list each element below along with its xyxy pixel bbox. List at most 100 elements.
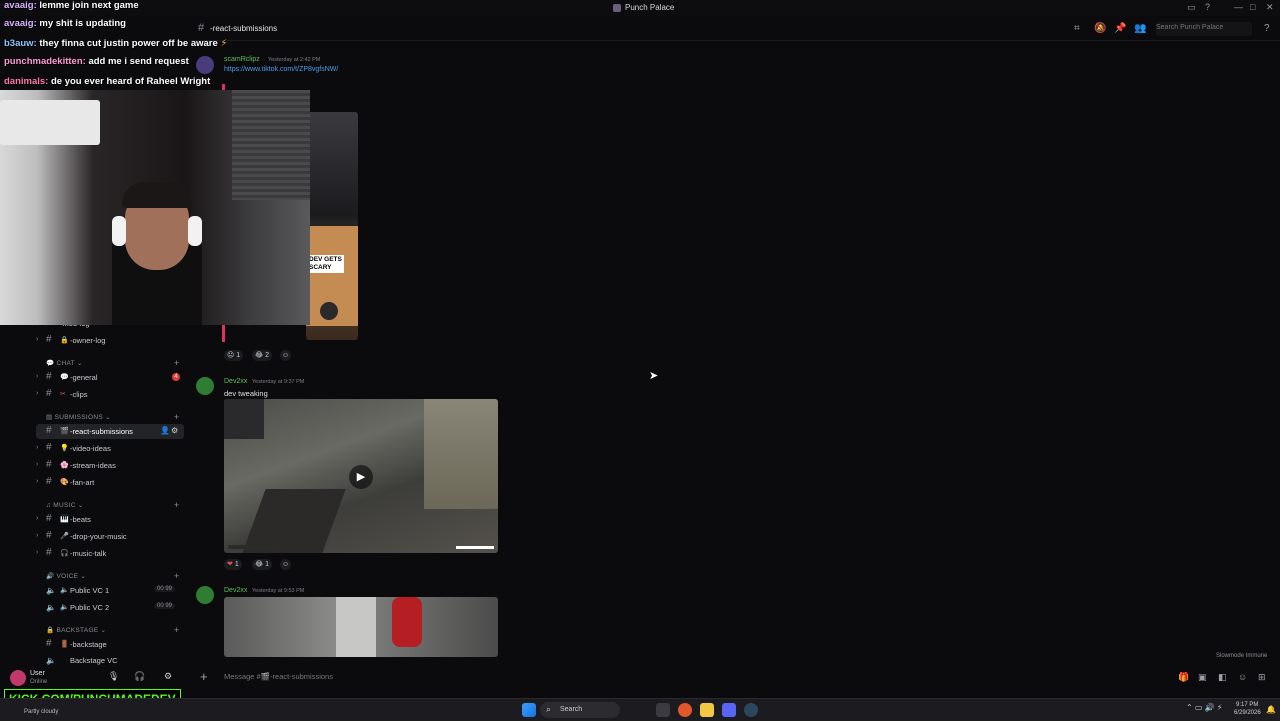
help-icon[interactable]: ? bbox=[1205, 2, 1210, 12]
channel-backstage[interactable]: # 🚪 -backstage bbox=[36, 637, 184, 652]
channel-owner-log[interactable]: › # 🔒 -owner-log bbox=[36, 333, 184, 348]
reaction[interactable]: 😂 2 bbox=[252, 350, 273, 361]
browser-icon[interactable] bbox=[678, 703, 692, 717]
inbox-icon[interactable]: ▭ bbox=[1187, 2, 1196, 13]
taskbar-search[interactable]: ⌕ Search bbox=[540, 702, 620, 718]
webcam-overlay bbox=[0, 90, 310, 325]
maximize-button[interactable]: □ bbox=[1250, 2, 1255, 12]
sticker-icon[interactable]: ◧ bbox=[1218, 672, 1227, 683]
channel-clips[interactable]: › # ✂ -clips bbox=[36, 387, 184, 402]
gear-icon[interactable]: ⚙ bbox=[171, 426, 178, 435]
speaker-icon: 🔈 bbox=[46, 603, 56, 612]
add-channel-icon[interactable]: + bbox=[174, 500, 180, 510]
collapse-arrow-icon: › bbox=[36, 336, 39, 343]
tiktok-embed-thumbnail[interactable]: DEV GETS SCARY bbox=[306, 112, 358, 340]
add-attachment-button[interactable]: + bbox=[200, 669, 208, 684]
collapse-arrow-icon: › bbox=[36, 532, 39, 539]
chat-text: they finna cut justin power off be aware bbox=[39, 38, 218, 49]
tray-icons[interactable]: ⌃ ▭ 🔊 ⚡ bbox=[1186, 703, 1223, 712]
hash-icon: # bbox=[46, 513, 52, 524]
search-input[interactable] bbox=[1156, 22, 1246, 31]
collapse-arrow-icon: › bbox=[36, 444, 39, 451]
category-backstage[interactable]: 🔒 BACKSTAGE ⌄ + bbox=[46, 625, 179, 635]
gift-icon[interactable]: 🎁 bbox=[1178, 672, 1189, 683]
collapse-arrow-icon: › bbox=[36, 515, 39, 522]
steam-icon[interactable] bbox=[744, 703, 758, 717]
channel-video-ideas[interactable]: › # 💡 -video-ideas bbox=[36, 441, 184, 456]
channel-stream-ideas[interactable]: › # 🌸 -stream-ideas bbox=[36, 458, 184, 473]
notification-bell-icon[interactable]: 🔕 bbox=[1094, 23, 1106, 34]
channel-react-submissions[interactable]: # 🎬 -react-submissions 👤 ⚙ bbox=[36, 424, 184, 439]
notification-icon[interactable]: 🔔 bbox=[1266, 705, 1276, 714]
discord-icon[interactable] bbox=[722, 703, 736, 717]
reaction[interactable]: 😐 1 bbox=[224, 350, 244, 361]
help-icon[interactable]: ? bbox=[1264, 23, 1270, 34]
avatar[interactable] bbox=[10, 670, 26, 686]
category-label: SUBMISSIONS bbox=[54, 414, 104, 421]
user-panel: User Online 🎙 🎧 ⚙ bbox=[0, 666, 188, 690]
channel-label: -clips bbox=[70, 390, 88, 399]
headphones-icon[interactable]: 🎧 bbox=[134, 671, 145, 682]
windows-start-icon[interactable] bbox=[522, 703, 536, 717]
members-icon[interactable]: 👥 bbox=[1134, 23, 1146, 34]
message-author[interactable]: Dev2xx bbox=[224, 378, 247, 385]
category-music[interactable]: ♫ MUSIC ⌄ + bbox=[46, 500, 179, 510]
thumbnail-caption: DEV GETS SCARY bbox=[308, 255, 344, 273]
add-reaction-button[interactable]: ☺ bbox=[280, 350, 292, 361]
add-channel-icon[interactable]: + bbox=[174, 358, 180, 368]
collapse-arrow-icon: › bbox=[36, 461, 39, 468]
message-input[interactable] bbox=[222, 671, 826, 682]
channel-label: -video-ideas bbox=[70, 444, 111, 453]
chat-text: my shit is updating bbox=[39, 18, 126, 29]
add-channel-icon[interactable]: + bbox=[174, 625, 180, 635]
channel-general[interactable]: › # 💬 -general 4 bbox=[36, 370, 184, 385]
chat-message: b3auw: they finna cut justin power off b… bbox=[4, 38, 227, 49]
speaker-icon: 🔈 bbox=[46, 656, 56, 665]
avatar[interactable] bbox=[196, 377, 214, 395]
user-limit-badge: 00 99 bbox=[154, 603, 176, 609]
gear-icon[interactable]: ⚙ bbox=[164, 671, 172, 682]
avatar[interactable] bbox=[196, 586, 214, 604]
channel-beats[interactable]: › # 🎹 -beats bbox=[36, 512, 184, 527]
invite-icon[interactable]: 👤 bbox=[160, 426, 170, 435]
minimize-button[interactable]: — bbox=[1234, 2, 1243, 12]
hash-icon: # bbox=[46, 334, 52, 345]
add-channel-icon[interactable]: + bbox=[174, 412, 180, 422]
category-chat[interactable]: 💬 CHAT ⌄ + bbox=[46, 358, 179, 368]
headphones-icon: 🎧 bbox=[60, 550, 69, 557]
close-button[interactable]: ✕ bbox=[1266, 2, 1274, 13]
collapse-arrow-icon: › bbox=[36, 390, 39, 397]
category-voice[interactable]: 🔊 VOICE ⌄ + bbox=[46, 571, 179, 581]
reaction-count: 1 bbox=[234, 561, 239, 568]
apps-icon[interactable]: ⊞ bbox=[1258, 672, 1266, 683]
search-box[interactable] bbox=[1156, 22, 1252, 36]
channel-music-talk[interactable]: › # 🎧 -music-talk bbox=[36, 546, 184, 561]
microphone-icon[interactable]: 🎙 bbox=[108, 671, 119, 682]
hash-icon: # bbox=[46, 371, 52, 382]
channel-drop-your-music[interactable]: › # 🎤 -drop-your-music bbox=[36, 529, 184, 544]
chat-message: avaaig: my shit is updating bbox=[4, 18, 126, 29]
threads-icon[interactable]: ⌗ bbox=[1074, 23, 1080, 34]
category-label: CHAT bbox=[56, 360, 75, 367]
play-icon[interactable]: ▶ bbox=[349, 465, 373, 489]
message-author[interactable]: Dev2xx bbox=[224, 587, 247, 594]
pin-icon[interactable]: 📌 bbox=[1114, 23, 1126, 34]
gif-icon[interactable]: ▣ bbox=[1198, 672, 1207, 683]
category-label: VOICE bbox=[56, 573, 79, 580]
task-view-icon[interactable] bbox=[656, 703, 670, 717]
channel-label: -stream-ideas bbox=[70, 461, 116, 470]
emoji-icon[interactable]: ☺ bbox=[1238, 672, 1247, 682]
channel-fan-art[interactable]: › # 🎨 -fan-art bbox=[36, 475, 184, 490]
file-explorer-icon[interactable] bbox=[700, 703, 714, 717]
reaction[interactable]: ❤ 1 bbox=[224, 559, 242, 570]
add-channel-icon[interactable]: + bbox=[174, 571, 180, 581]
reaction[interactable]: 😂 1 bbox=[252, 559, 273, 570]
add-reaction-button[interactable]: ☺ bbox=[280, 559, 292, 570]
channel-label: -beats bbox=[70, 515, 91, 524]
video-embed[interactable]: ▶ bbox=[224, 399, 498, 553]
category-submissions[interactable]: ▤ SUBMISSIONS ⌄ + bbox=[46, 412, 179, 422]
chat-text: lemme join next game bbox=[39, 0, 139, 11]
video-embed[interactable] bbox=[224, 597, 498, 657]
voice-channel-public-vc-1[interactable]: 🔈 🔈 Public VC 1 00 99 bbox=[36, 583, 184, 598]
voice-channel-public-vc-2[interactable]: 🔈 🔈 Public VC 2 00 99 bbox=[36, 600, 184, 615]
